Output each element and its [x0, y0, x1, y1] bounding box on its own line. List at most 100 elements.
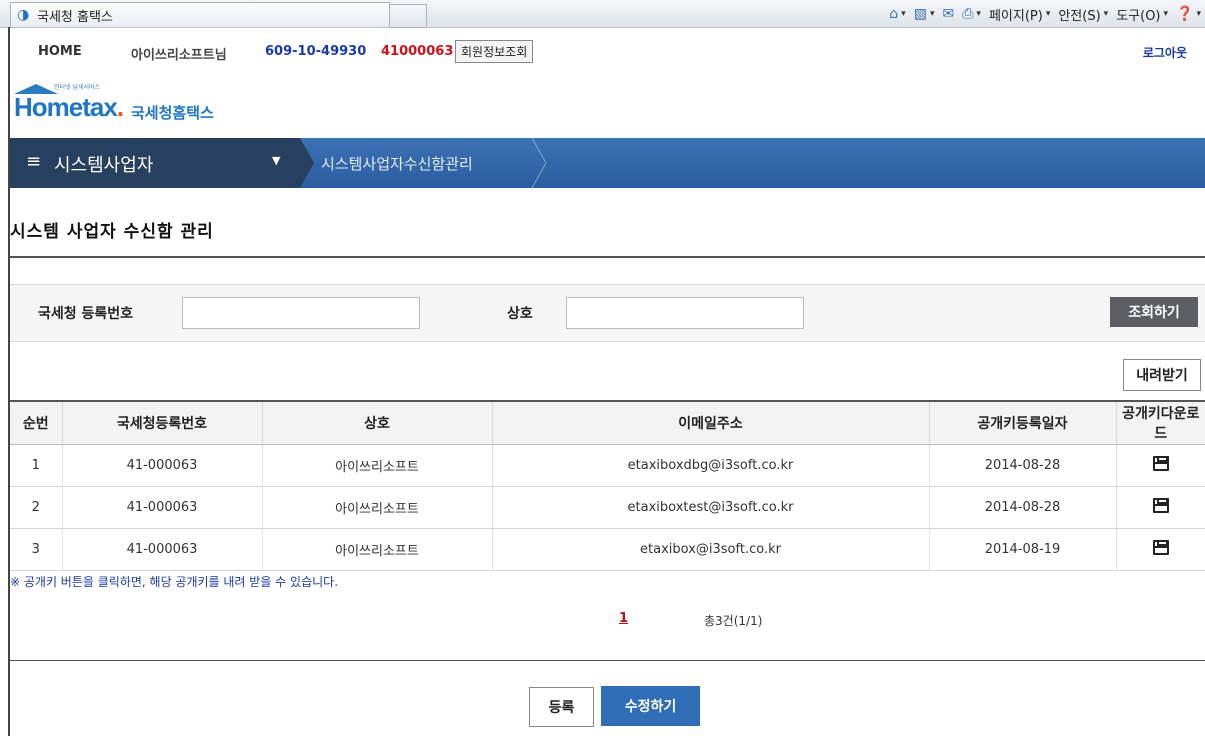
logo-tagline: 인터넷 납세서비스 [54, 84, 101, 91]
menu-title: 시스템사업자 [54, 155, 154, 176]
page-link-current[interactable]: 1 [619, 611, 628, 626]
new-tab-button[interactable] [389, 4, 427, 28]
search-button[interactable]: 조회하기 [1110, 297, 1198, 327]
mail-button[interactable]: ✉ [942, 6, 954, 22]
row-company: 아이쓰리소프트 [261, 444, 492, 487]
row-download [1115, 486, 1205, 529]
business-number: 609-10-49930 [265, 44, 367, 59]
row-company: 아이쓰리소프트 [261, 528, 492, 571]
tools-menu[interactable]: 도구(O) ▾ [1116, 5, 1168, 24]
logout-link[interactable]: 로그아웃 [1143, 44, 1187, 61]
col-header-email: 이메일주소 [491, 400, 929, 445]
reg-no-input[interactable] [182, 297, 420, 329]
save-icon[interactable] [1152, 456, 1169, 471]
row-no: 1 [10, 444, 62, 487]
save-icon[interactable] [1152, 540, 1169, 555]
row-date: 2014-08-19 [928, 528, 1116, 571]
save-icon[interactable] [1152, 498, 1169, 513]
browser-command-bar: ⌂ ▾ ▧ ▾ ✉ ⎙ ▾ 페이지(P) ▾ 안전(S) ▾ 도구(O) ▾ ❓ ▾ [889, 4, 1201, 24]
logo-wordmark: Hometax. [14, 92, 124, 123]
logo-dot: . [116, 92, 124, 122]
title-divider [10, 256, 1205, 258]
chevron-down-icon: ▾ [901, 9, 906, 19]
help-button[interactable]: ❓ ▾ [1176, 6, 1201, 22]
download-note: ※ 공개키 버튼을 클릭하면, 해당 공개키를 내려 받을 수 있습니다. [10, 575, 339, 589]
hamburger-menu-icon: ≡ [26, 151, 42, 172]
row-download [1115, 528, 1205, 571]
row-no: 3 [10, 528, 62, 571]
table-header-row: 순번 국세청등록번호 상호 이메일주소 공개키등록일자 공개키다운로드 [10, 400, 1205, 445]
logo-part-hom: Hom [14, 92, 70, 122]
row-no: 2 [10, 486, 62, 529]
col-header-company: 상호 [261, 400, 492, 445]
hometax-logo[interactable]: 인터넷 납세서비스 Hometax. 국세청홈택스 [14, 82, 254, 122]
chevron-down-icon: ▾ [1045, 9, 1051, 19]
caret-down-icon: ▼ [272, 154, 281, 167]
navigation-bar: ≡ 시스템사업자 ▼ 시스템사업자수신함관리 [10, 138, 1205, 188]
logo-korean: 국세청홈택스 [131, 104, 214, 122]
col-header-reg-no: 국세청등록번호 [61, 400, 262, 445]
footer-divider [10, 660, 1205, 661]
row-email: etaxibox@i3soft.co.kr [491, 528, 929, 571]
tools-menu-label: 도구(O) [1116, 8, 1161, 24]
mailbox-table: 순번 국세청등록번호 상호 이메일주소 공개키등록일자 공개키다운로드 1 41… [10, 400, 1205, 571]
logo-part-tax: tax [82, 92, 118, 122]
chevron-down-icon: ▾ [976, 9, 981, 19]
chevron-down-icon: ▾ [1163, 9, 1169, 19]
row-company: 아이쓰리소프트 [261, 486, 492, 529]
page-title: 시스템 사업자 수신함 관리 [10, 222, 214, 242]
safety-menu-label: 안전(S) [1058, 8, 1101, 24]
company-input[interactable] [566, 297, 804, 329]
col-header-no: 순번 [10, 400, 62, 445]
breadcrumb-current[interactable]: 시스템사업자수신함관리 [321, 153, 473, 174]
registration-code: 41000063 [381, 44, 454, 59]
col-header-date: 공개키등록일자 [928, 400, 1116, 445]
ie-icon: ◑ [17, 7, 30, 23]
help-icon: ❓ [1176, 6, 1194, 22]
table-row: 1 41-000063 아이쓰리소프트 etaxiboxdbg@i3soft.c… [10, 444, 1205, 487]
feeds-button[interactable]: ▧ ▾ [914, 6, 935, 22]
chevron-down-icon: ▾ [929, 9, 935, 19]
user-name: 아이쓰리소프트님 [131, 48, 227, 63]
row-reg-no: 41-000063 [61, 486, 262, 529]
row-date: 2014-08-28 [928, 444, 1116, 487]
print-button[interactable]: ⎙ ▾ [962, 6, 981, 22]
member-info-button[interactable]: 회원정보조회 [455, 40, 534, 63]
row-email: etaxiboxtest@i3soft.co.kr [491, 486, 929, 529]
print-icon: ⎙ [962, 6, 974, 22]
home-link[interactable]: HOME [38, 44, 82, 59]
safety-menu[interactable]: 안전(S) ▾ [1058, 5, 1108, 24]
browser-toolbar: ◑ 국세청 홈택스 ⌂ ▾ ▧ ▾ ✉ ⎙ ▾ 페이지(P) ▾ 안전(S) ▾ 도구(O… [0, 0, 1205, 28]
mail-icon: ✉ [942, 6, 955, 22]
row-download [1115, 444, 1205, 487]
system-business-menu[interactable]: ≡ 시스템사업자 ▼ [10, 138, 300, 188]
chevron-down-icon: ▾ [1103, 9, 1109, 19]
browser-tab[interactable]: ◑ 국세청 홈택스 [10, 2, 390, 27]
logo-part-e: e [68, 92, 84, 122]
reg-no-label: 국세청 등록번호 [38, 306, 134, 322]
table-row: 2 41-000063 아이쓰리소프트 etaxiboxtest@i3soft.… [10, 486, 1205, 529]
download-button[interactable]: 내려받기 [1123, 359, 1201, 391]
home-button[interactable]: ⌂ ▾ [889, 6, 905, 22]
row-reg-no: 41-000063 [61, 444, 262, 487]
search-panel: 국세청 등록번호 상호 조회하기 [10, 284, 1205, 342]
breadcrumb-separator [300, 138, 314, 188]
page-menu[interactable]: 페이지(P) ▾ [989, 5, 1050, 24]
register-button[interactable]: 등록 [529, 687, 594, 727]
rss-icon: ▧ [913, 6, 927, 22]
table-row: 3 41-000063 아이쓰리소프트 etaxibox@i3soft.co.k… [10, 528, 1205, 571]
company-label: 상호 [507, 306, 533, 322]
edit-button[interactable]: 수정하기 [601, 686, 700, 726]
chevron-down-icon: ▾ [1196, 9, 1201, 19]
browser-tab-title: 국세청 홈택스 [37, 9, 113, 25]
page-frame-border [8, 27, 10, 736]
page-menu-label: 페이지(P) [988, 8, 1043, 24]
row-date: 2014-08-28 [928, 486, 1116, 529]
row-email: etaxiboxdbg@i3soft.co.kr [491, 444, 929, 487]
total-count: 총3건(1/1) [704, 614, 763, 628]
user-info-bar: HOME 아이쓰리소프트님 609-10-49930 41000063 회원정보… [10, 38, 1205, 68]
breadcrumb-chevron [531, 138, 547, 188]
home-icon: ⌂ [889, 6, 899, 22]
col-header-download: 공개키다운로드 [1115, 400, 1205, 445]
row-reg-no: 41-000063 [61, 528, 262, 571]
